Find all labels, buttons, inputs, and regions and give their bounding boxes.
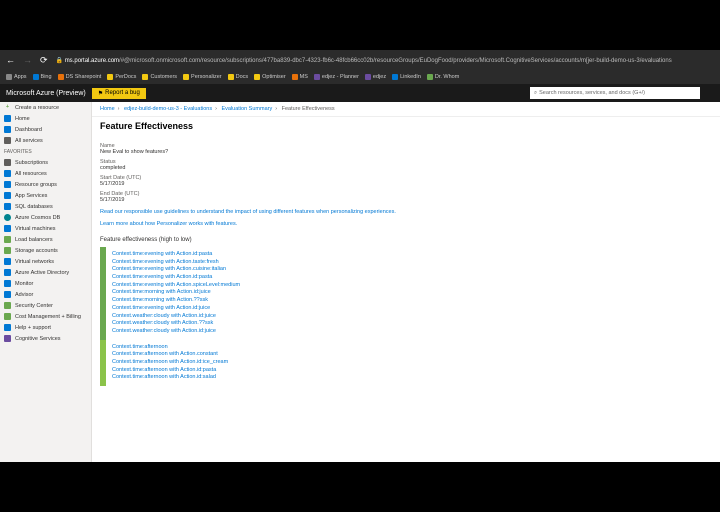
sidebar-item[interactable]: Advisor: [0, 289, 91, 300]
address-bar[interactable]: 🔒 ms.portal.azure.com/#@microsoft.onmicr…: [56, 57, 672, 64]
feature-item[interactable]: Context.weather:cloudy with Action.id:ju…: [112, 328, 240, 336]
bookmark-item[interactable]: PerDocs: [107, 74, 136, 80]
feature-item[interactable]: Context.time:afternoon with Action.const…: [112, 351, 228, 359]
feature-list-high: Context.time:evening with Action.id:past…: [112, 247, 240, 340]
feature-item[interactable]: Context.time:evening with Action.taste:f…: [112, 259, 240, 267]
end-date-value: 5/17/2019: [100, 197, 712, 203]
sidebar-item[interactable]: SQL databases: [0, 201, 91, 212]
breadcrumb-current: Feature Effectiveness: [282, 106, 335, 112]
sidebar-item[interactable]: Cost Management + Billing: [0, 311, 91, 322]
main-panel: Home› edjez-build-demo-us-3 - Evaluation…: [92, 102, 720, 462]
sidebar-item[interactable]: Help + support: [0, 322, 91, 333]
azure-logo[interactable]: Microsoft Azure (Preview): [0, 90, 92, 97]
name-value: New Eval to show features?: [100, 149, 712, 155]
sidebar-item[interactable]: Subscriptions: [0, 157, 91, 168]
learn-more-link[interactable]: Learn more about how Personalizer works …: [100, 221, 712, 227]
sidebar-item[interactable]: Monitor: [0, 278, 91, 289]
bookmark-item[interactable]: LinkedIn: [392, 74, 421, 80]
sidebar-create-resource[interactable]: +Create a resource: [0, 102, 91, 113]
sidebar-item[interactable]: Azure Cosmos DB: [0, 212, 91, 223]
breadcrumb-account[interactable]: edjez-build-demo-us-3 - Evaluations: [124, 106, 212, 112]
sidebar-home[interactable]: Home: [0, 113, 91, 124]
sidebar-item[interactable]: Resource groups: [0, 179, 91, 190]
bookmark-item[interactable]: Optimiser: [254, 74, 286, 80]
sidebar-item[interactable]: Load balancers: [0, 234, 91, 245]
feature-item[interactable]: Context.time:afternoon: [112, 344, 228, 352]
sidebar-favorites-header: FAVORITES: [0, 146, 91, 157]
feature-item[interactable]: Context.time:afternoon with Action.id:sa…: [112, 374, 228, 382]
breadcrumb-home[interactable]: Home: [100, 106, 115, 112]
grid-icon: [4, 137, 11, 144]
plus-icon: +: [4, 104, 11, 111]
feature-item[interactable]: Context.time:evening with Action.spiceLe…: [112, 282, 240, 290]
sidebar-dashboard[interactable]: Dashboard: [0, 124, 91, 135]
bookmark-item[interactable]: Bing: [33, 74, 52, 80]
sidebar-item[interactable]: Cognitive Services: [0, 333, 91, 344]
breadcrumb-eval-summary[interactable]: Evaluation Summary: [221, 106, 272, 112]
azure-top-bar: Microsoft Azure (Preview) ⚑ Report a bug…: [0, 84, 720, 102]
home-icon: [4, 115, 11, 122]
feature-item[interactable]: Context.time:evening with Action.id:past…: [112, 274, 240, 282]
status-value: completed: [100, 165, 712, 171]
bookmark-item[interactable]: Dr. Whom: [427, 74, 459, 80]
forward-icon[interactable]: →: [23, 55, 32, 65]
breadcrumb: Home› edjez-build-demo-us-3 - Evaluation…: [92, 102, 720, 117]
feature-item[interactable]: Context.time:afternoon with Action.id:pa…: [112, 367, 228, 375]
bookmark-item[interactable]: Apps: [6, 74, 27, 80]
start-date-value: 5/17/2019: [100, 181, 712, 187]
sidebar-item[interactable]: All resources: [0, 168, 91, 179]
global-search-input[interactable]: Search resources, services, and docs (G+…: [530, 87, 700, 99]
sidebar-item[interactable]: Virtual machines: [0, 223, 91, 234]
effectiveness-bar-high: [100, 247, 106, 340]
back-icon[interactable]: ←: [6, 55, 15, 65]
bookmarks-bar: Apps Bing DS Sharepoint PerDocs Customers Per…: [0, 70, 720, 84]
sidebar-item[interactable]: Storage accounts: [0, 245, 91, 256]
bookmark-item[interactable]: Docs: [228, 74, 249, 80]
feature-item[interactable]: Context.weather:cloudy with Action.id:ju…: [112, 313, 240, 321]
reload-icon[interactable]: ⟳: [40, 55, 48, 66]
feature-item[interactable]: Context.time:evening with Action.id:juic…: [112, 305, 240, 313]
sidebar: +Create a resource Home Dashboard All se…: [0, 102, 92, 462]
feature-item[interactable]: Context.weather:cloudy with Action.??ssk: [112, 320, 240, 328]
feature-item[interactable]: Context.time:afternoon with Action.id:ic…: [112, 359, 228, 367]
browser-nav-bar: ← → ⟳ 🔒 ms.portal.azure.com/#@microsoft.…: [0, 50, 720, 70]
bookmark-item[interactable]: DS Sharepoint: [58, 74, 102, 80]
bookmark-item[interactable]: MS: [292, 74, 308, 80]
sidebar-all-services[interactable]: All services: [0, 135, 91, 146]
bookmark-item[interactable]: Personalizer: [183, 74, 222, 80]
report-bug-button[interactable]: ⚑ Report a bug: [92, 88, 146, 99]
feature-item[interactable]: Context.time:evening with Action.cuisine…: [112, 266, 240, 274]
bookmark-item[interactable]: Customers: [142, 74, 177, 80]
sidebar-item[interactable]: Virtual networks: [0, 256, 91, 267]
bookmark-item[interactable]: edjez - Planner: [314, 74, 359, 80]
feature-item[interactable]: Context.time:morning with Action.??ssk: [112, 297, 240, 305]
section-header: Feature effectiveness (high to low): [100, 237, 712, 243]
feature-item[interactable]: Context.time:evening with Action.id:past…: [112, 251, 240, 259]
responsible-use-link[interactable]: Read our responsible use guidelines to u…: [100, 209, 712, 215]
feature-list-med: Context.time:afternoonContext.time:after…: [112, 340, 228, 386]
bookmark-item[interactable]: edjez: [365, 74, 386, 80]
sidebar-item[interactable]: Security Center: [0, 300, 91, 311]
sidebar-item[interactable]: App Services: [0, 190, 91, 201]
feature-item[interactable]: Context.time:morning with Action.id:juic…: [112, 289, 240, 297]
dashboard-icon: [4, 126, 11, 133]
effectiveness-bar-med: [100, 340, 106, 386]
page-title: Feature Effectiveness: [92, 117, 720, 135]
sidebar-item[interactable]: Azure Active Directory: [0, 267, 91, 278]
